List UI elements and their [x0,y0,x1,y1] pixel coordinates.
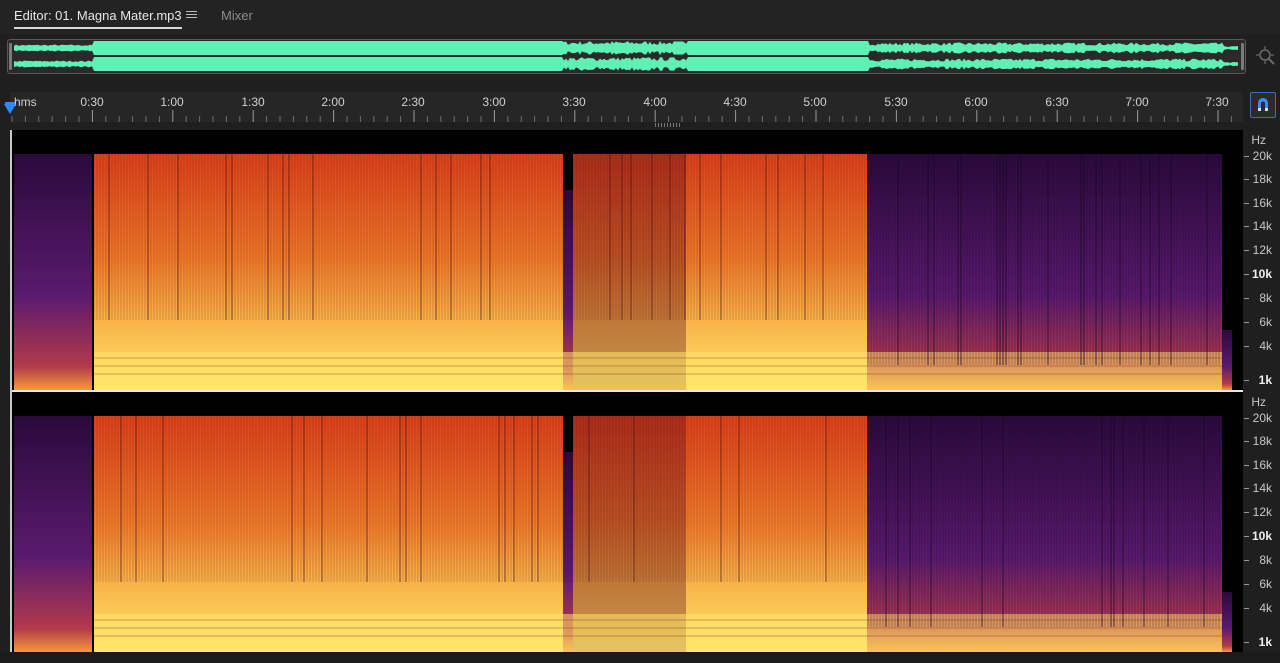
ruler-label: 0:30 [80,95,104,109]
freq-label: 10k [1251,529,1272,543]
spectrogram-segment [1222,330,1232,390]
spectrogram-left [14,154,1232,390]
freq-unit: Hz [1251,395,1266,409]
overview-channel-wave [14,57,1238,71]
freq-label: 12k [1252,505,1272,519]
frequency-axis-left-channel: Hz 20k 18k 16k 14k 12k 10k 8k 6k 4k 1k [1244,130,1280,390]
time-ruler[interactable]: hms 0:30 1:00 1:30 2:00 2:30 3:00 3:30 4… [10,92,1243,122]
freq-label: 4k [1259,601,1272,615]
overview-navigator[interactable] [7,39,1246,74]
freq-label: 6k [1259,315,1272,329]
freq-tick [1244,156,1249,157]
freq-tick [1244,465,1249,466]
freq-label: 10k [1251,267,1272,281]
overview-right-handle[interactable] [1241,43,1244,70]
panel-splitter-grip[interactable] [655,123,681,127]
freq-tick [1244,179,1249,180]
freq-tick [1244,346,1249,347]
freq-tick [1244,418,1249,419]
freq-label: 14k [1252,481,1272,495]
spectral-display[interactable] [10,130,1243,652]
tab-bar: Editor: 01. Magna Mater.mp3 Mixer [0,0,1280,34]
ruler-label: 6:00 [964,95,988,109]
spectrogram-segment [1222,592,1232,652]
freq-label: 14k [1252,219,1272,233]
freq-label: 20k [1252,149,1272,163]
snap-button[interactable] [1250,92,1276,118]
freq-label: 1k [1258,373,1272,387]
freq-label: 18k [1252,434,1272,448]
ruler-unit: hms [14,95,37,109]
tab-mixer[interactable]: Mixer [221,8,253,23]
ruler-label: 7:00 [1125,95,1149,109]
frequency-axis-right-channel: Hz 20k 18k 16k 14k 12k 10k 8k 6k 4k 1k [1244,392,1280,652]
freq-tick [1244,274,1249,275]
spectrogram-right [14,416,1232,652]
freq-tick [1244,380,1249,381]
zoom-navigator-icon[interactable] [1255,45,1277,67]
freq-tick [1244,608,1249,609]
ruler-label: 4:00 [643,95,667,109]
ruler-label: 1:30 [241,95,265,109]
freq-label: 20k [1252,411,1272,425]
magnet-snap-icon [1258,98,1268,111]
ruler-label: 7:30 [1205,95,1229,109]
ruler-label: 6:30 [1045,95,1069,109]
freq-label: 18k [1252,172,1272,186]
freq-label: 4k [1259,339,1272,353]
ruler-label: 1:00 [160,95,184,109]
spectrogram-segment [14,416,92,652]
overview-channel-wave [14,41,1238,55]
ruler-label: 5:30 [884,95,908,109]
freq-tick [1244,441,1249,442]
freq-label: 16k [1252,458,1272,472]
freq-tick [1244,226,1249,227]
overview-left-handle[interactable] [9,43,12,70]
freq-label: 12k [1252,243,1272,257]
freq-label: 8k [1259,291,1272,305]
freq-label: 1k [1258,635,1272,649]
ruler-label: 3:00 [482,95,506,109]
freq-label: 8k [1259,553,1272,567]
ruler-label: 3:30 [562,95,586,109]
freq-tick [1244,560,1249,561]
ruler-label: 4:30 [723,95,747,109]
freq-label: 6k [1259,577,1272,591]
tab-editor[interactable]: Editor: 01. Magna Mater.mp3 [14,8,182,29]
spectrogram-segment [14,154,92,390]
freq-label: 16k [1252,196,1272,210]
freq-tick [1244,512,1249,513]
channel-right-spectrogram[interactable] [10,392,1243,652]
freq-tick [1244,488,1249,489]
freq-tick [1244,250,1249,251]
channel-left-spectrogram[interactable] [10,130,1243,390]
freq-tick [1244,584,1249,585]
ruler-label: 2:30 [401,95,425,109]
bottom-strip [0,652,1280,663]
ruler-label: 2:00 [321,95,345,109]
freq-tick [1244,536,1249,537]
freq-tick [1244,203,1249,204]
freq-tick [1244,322,1249,323]
ruler-label: 5:00 [803,95,827,109]
spectrogram-left-edge [10,130,12,652]
hamburger-menu-icon[interactable] [186,9,197,21]
freq-tick [1244,298,1249,299]
freq-tick [1244,642,1249,643]
playhead-arrow[interactable] [4,104,16,114]
freq-unit: Hz [1251,133,1266,147]
overview-waveform [14,41,1238,71]
